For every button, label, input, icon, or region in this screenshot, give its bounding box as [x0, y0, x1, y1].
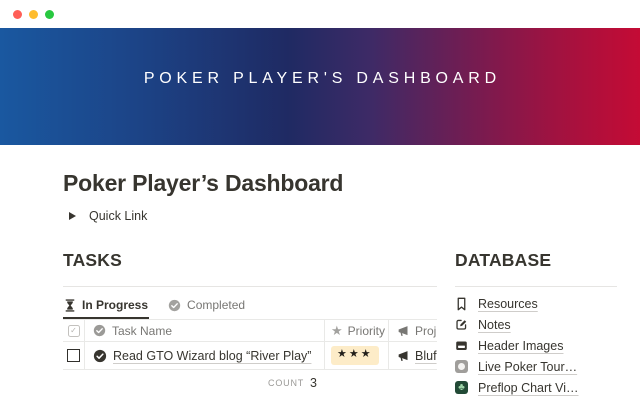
column-project-label: Proj	[415, 324, 436, 338]
db-item-preflop-chart[interactable]: ♣ Preflop Chart Vi…	[455, 377, 617, 398]
row-select-cell[interactable]	[63, 342, 85, 369]
task-page-link[interactable]: Read GTO Wizard blog “River Play”	[113, 349, 311, 363]
tasks-section: TASKS In Progress	[63, 249, 437, 398]
checkbox-icon: ✓	[68, 325, 80, 337]
quick-link-label: Quick Link	[89, 209, 147, 223]
select-all-checkbox[interactable]: ✓	[63, 320, 85, 341]
project-link[interactable]: Bluf	[415, 349, 437, 363]
two-column-layout: TASKS In Progress	[63, 249, 617, 398]
tab-completed-label: Completed	[187, 298, 245, 312]
quick-link-toggle[interactable]: Quick Link	[63, 208, 617, 223]
zoom-window-button[interactable]	[45, 10, 54, 19]
column-task-name[interactable]: Task Name	[85, 320, 325, 341]
tasks-table: ✓ Task Name ★ Priority	[63, 319, 437, 396]
star-icon: ★	[331, 324, 343, 337]
tasks-heading: TASKS	[63, 249, 437, 271]
tasks-divider	[63, 286, 437, 287]
count-value: 3	[310, 376, 317, 390]
tab-in-progress-label: In Progress	[82, 298, 148, 312]
table-row: Read GTO Wizard blog “River Play” ★★★ Bl…	[63, 342, 437, 370]
megaphone-icon	[397, 325, 409, 337]
db-item-label: Header Images	[478, 339, 563, 353]
database-list: Resources Notes	[455, 293, 617, 398]
bookmark-icon	[455, 297, 468, 311]
page-content: Poker Player’s Dashboard Quick Link TASK…	[0, 145, 640, 398]
db-item-resources[interactable]: Resources	[455, 293, 617, 314]
tab-in-progress[interactable]: In Progress	[63, 293, 149, 319]
database-divider	[455, 286, 617, 287]
db-item-label: Live Poker Tour…	[478, 360, 577, 374]
column-task-name-label: Task Name	[112, 324, 172, 338]
page-title: Poker Player’s Dashboard	[63, 169, 617, 197]
db-item-notes[interactable]: Notes	[455, 314, 617, 335]
tasks-tabs: In Progress Completed	[63, 293, 437, 319]
edit-icon	[455, 318, 468, 331]
table-header-row: ✓ Task Name ★ Priority	[63, 320, 437, 342]
toggle-triangle-icon	[69, 212, 76, 220]
database-section: DATABASE Resources	[455, 249, 617, 398]
check-circle-icon	[93, 349, 107, 363]
count-label: count	[268, 378, 304, 388]
table-footer-row: count 3	[63, 370, 437, 396]
column-priority-label: Priority	[348, 324, 385, 338]
banner-title: POKER PLAYER'S DASHBOARD	[139, 70, 501, 88]
task-name-cell[interactable]: Read GTO Wizard blog “River Play”	[85, 342, 325, 369]
database-heading: DATABASE	[455, 249, 617, 271]
priority-badge: ★★★	[331, 346, 379, 364]
column-project[interactable]: Proj	[389, 320, 437, 341]
megaphone-icon	[397, 350, 409, 362]
window-titlebar	[0, 0, 640, 28]
close-window-button[interactable]	[13, 10, 22, 19]
club-icon: ♣	[455, 381, 468, 394]
count-calculation[interactable]: count 3	[63, 370, 325, 396]
db-item-label: Notes	[478, 318, 511, 332]
poker-chip-icon	[455, 360, 468, 373]
db-item-label: Preflop Chart Vi…	[478, 381, 579, 395]
db-item-label: Resources	[478, 297, 538, 311]
db-item-header-images[interactable]: Header Images	[455, 335, 617, 356]
db-item-live-poker-tournaments[interactable]: Live Poker Tour…	[455, 356, 617, 377]
tab-completed[interactable]: Completed	[167, 293, 246, 319]
cover-banner: POKER PLAYER'S DASHBOARD	[0, 28, 640, 145]
check-circle-icon	[93, 324, 106, 337]
project-cell[interactable]: Bluf	[389, 342, 437, 369]
minimize-window-button[interactable]	[29, 10, 38, 19]
column-priority[interactable]: ★ Priority	[325, 320, 389, 341]
hourglass-icon	[64, 299, 76, 312]
image-card-icon	[455, 339, 468, 352]
priority-cell[interactable]: ★★★	[325, 342, 389, 369]
check-circle-icon	[168, 299, 181, 312]
checkbox-icon[interactable]	[67, 349, 80, 362]
